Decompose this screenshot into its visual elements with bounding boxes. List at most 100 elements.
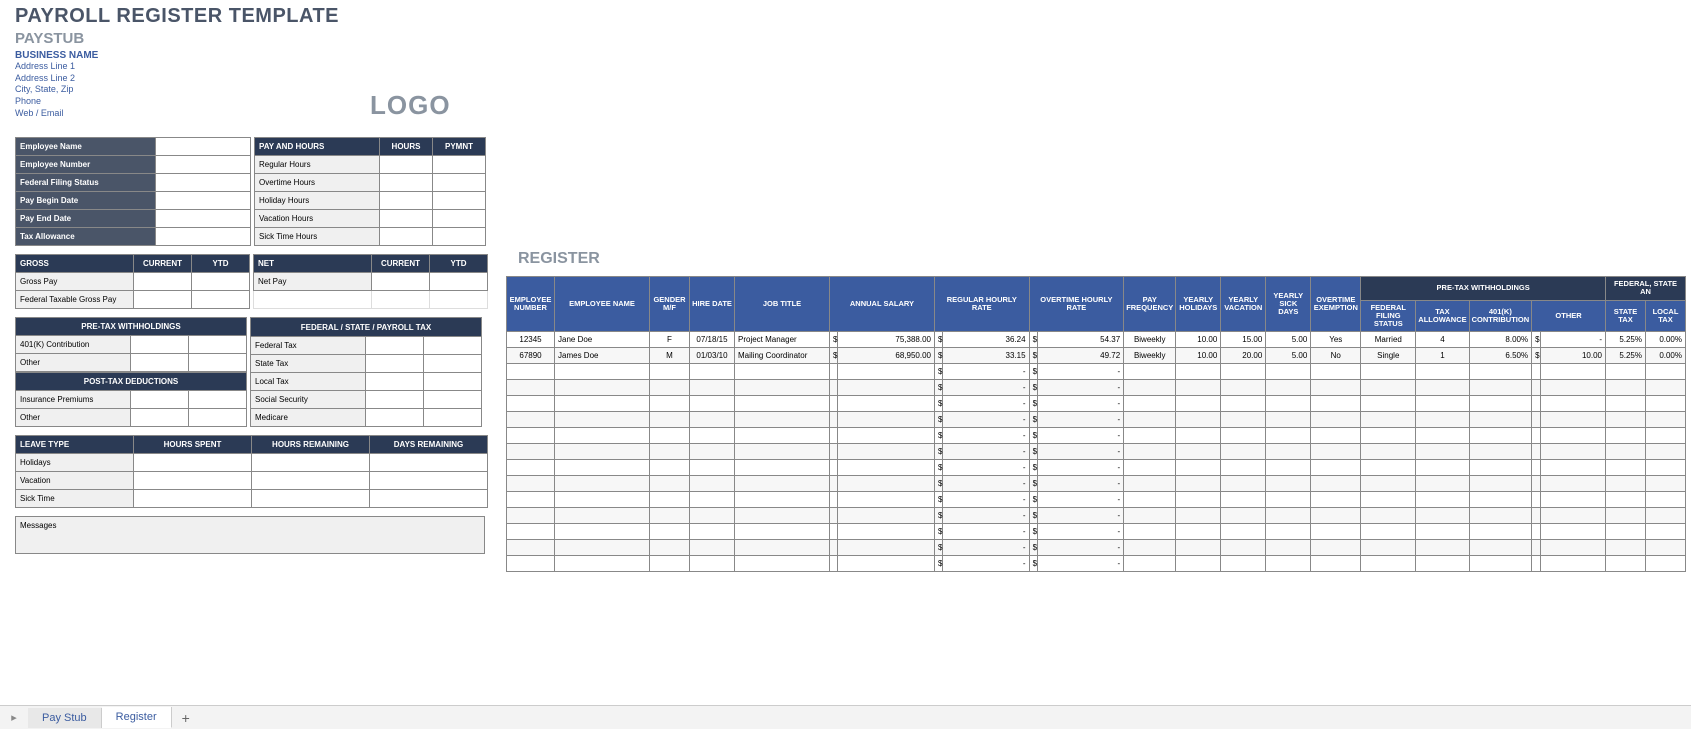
table-cell[interactable] — [650, 508, 690, 524]
table-cell[interactable]: $ — [934, 364, 942, 380]
table-cell[interactable]: - — [943, 412, 1029, 428]
table-cell[interactable] — [1606, 412, 1646, 428]
table-cell[interactable]: 8.00% — [1469, 332, 1532, 348]
table-cell[interactable] — [1266, 396, 1311, 412]
table-cell[interactable] — [1266, 508, 1311, 524]
table-cell[interactable] — [838, 460, 935, 476]
table-cell[interactable] — [1540, 428, 1605, 444]
table-cell[interactable] — [830, 492, 838, 508]
table-cell[interactable] — [1469, 556, 1532, 572]
table-cell[interactable] — [735, 508, 830, 524]
table-cell[interactable] — [830, 380, 838, 396]
table-cell[interactable] — [1176, 460, 1221, 476]
table-cell[interactable]: James Doe — [555, 348, 650, 364]
table-cell[interactable]: $ — [1029, 508, 1037, 524]
table-cell[interactable]: $ — [934, 524, 942, 540]
table-cell[interactable] — [1266, 364, 1311, 380]
table-cell[interactable] — [690, 428, 735, 444]
table-cell[interactable] — [735, 460, 830, 476]
table-cell[interactable] — [1606, 508, 1646, 524]
table-cell[interactable] — [1311, 508, 1361, 524]
table-cell[interactable]: - — [1038, 460, 1124, 476]
table-cell[interactable] — [555, 556, 650, 572]
table-cell[interactable]: $ — [934, 556, 942, 572]
table-cell[interactable] — [555, 508, 650, 524]
table-cell[interactable] — [1221, 476, 1266, 492]
table-cell[interactable] — [690, 540, 735, 556]
table-cell[interactable]: 10.00 — [1176, 348, 1221, 364]
table-cell[interactable]: - — [943, 524, 1029, 540]
table-cell[interactable] — [1532, 524, 1540, 540]
table-cell[interactable]: $ — [1029, 380, 1037, 396]
table-cell[interactable] — [1540, 412, 1605, 428]
table-cell[interactable] — [555, 396, 650, 412]
table-cell[interactable] — [735, 444, 830, 460]
table-cell[interactable] — [507, 412, 555, 428]
table-cell[interactable] — [1176, 412, 1221, 428]
table-cell[interactable] — [1124, 524, 1176, 540]
emp-number-value[interactable] — [156, 156, 251, 174]
table-cell[interactable] — [838, 476, 935, 492]
table-cell[interactable] — [1540, 492, 1605, 508]
table-cell[interactable] — [650, 524, 690, 540]
table-cell[interactable]: 33.15 — [943, 348, 1029, 364]
table-cell[interactable] — [555, 428, 650, 444]
table-cell[interactable]: 49.72 — [1038, 348, 1124, 364]
table-cell[interactable] — [830, 524, 838, 540]
table-cell[interactable]: $ — [934, 508, 942, 524]
table-cell[interactable]: - — [1038, 524, 1124, 540]
table-cell[interactable] — [1416, 540, 1469, 556]
table-cell[interactable] — [507, 364, 555, 380]
table-cell[interactable] — [838, 492, 935, 508]
table-cell[interactable] — [1221, 556, 1266, 572]
table-cell[interactable]: - — [943, 380, 1029, 396]
table-cell[interactable] — [1124, 396, 1176, 412]
table-cell[interactable]: Single — [1361, 348, 1416, 364]
table-cell[interactable] — [1311, 524, 1361, 540]
table-cell[interactable] — [830, 476, 838, 492]
table-cell[interactable]: $ — [830, 332, 838, 348]
table-cell[interactable] — [1361, 476, 1416, 492]
table-cell[interactable]: 01/03/10 — [690, 348, 735, 364]
table-cell[interactable] — [1469, 396, 1532, 412]
table-cell[interactable] — [735, 412, 830, 428]
table-cell[interactable]: $ — [1029, 332, 1037, 348]
table-cell[interactable] — [1221, 380, 1266, 396]
table-cell[interactable]: $ — [1029, 540, 1037, 556]
table-cell[interactable] — [1361, 524, 1416, 540]
table-cell[interactable] — [1176, 444, 1221, 460]
table-cell[interactable]: - — [1038, 540, 1124, 556]
table-cell[interactable] — [1646, 364, 1686, 380]
table-cell[interactable] — [735, 556, 830, 572]
table-cell[interactable]: $ — [1029, 476, 1037, 492]
table-cell[interactable] — [1540, 524, 1605, 540]
table-cell[interactable]: $ — [934, 380, 942, 396]
table-cell[interactable] — [830, 412, 838, 428]
table-cell[interactable] — [1540, 540, 1605, 556]
table-cell[interactable] — [1646, 540, 1686, 556]
table-cell[interactable] — [555, 444, 650, 460]
table-cell[interactable] — [1540, 556, 1605, 572]
table-cell[interactable]: $ — [1029, 460, 1037, 476]
table-cell[interactable] — [555, 492, 650, 508]
table-cell[interactable] — [1646, 492, 1686, 508]
table-cell[interactable]: - — [1038, 508, 1124, 524]
table-cell[interactable]: Biweekly — [1124, 332, 1176, 348]
table-cell[interactable] — [735, 428, 830, 444]
table-cell[interactable]: $ — [934, 476, 942, 492]
table-cell[interactable] — [1311, 540, 1361, 556]
filing-status-value[interactable] — [156, 174, 251, 192]
table-cell[interactable]: $ — [934, 428, 942, 444]
messages-box[interactable]: Messages — [15, 516, 485, 554]
table-cell[interactable] — [1311, 492, 1361, 508]
table-cell[interactable] — [830, 364, 838, 380]
table-cell[interactable] — [1124, 460, 1176, 476]
table-cell[interactable] — [1361, 428, 1416, 444]
table-cell[interactable]: 07/18/15 — [690, 332, 735, 348]
table-cell[interactable] — [1311, 380, 1361, 396]
table-cell[interactable] — [1266, 380, 1311, 396]
table-cell[interactable]: 36.24 — [943, 332, 1029, 348]
table-cell[interactable] — [1176, 508, 1221, 524]
table-cell[interactable] — [690, 380, 735, 396]
table-cell[interactable] — [1532, 508, 1540, 524]
